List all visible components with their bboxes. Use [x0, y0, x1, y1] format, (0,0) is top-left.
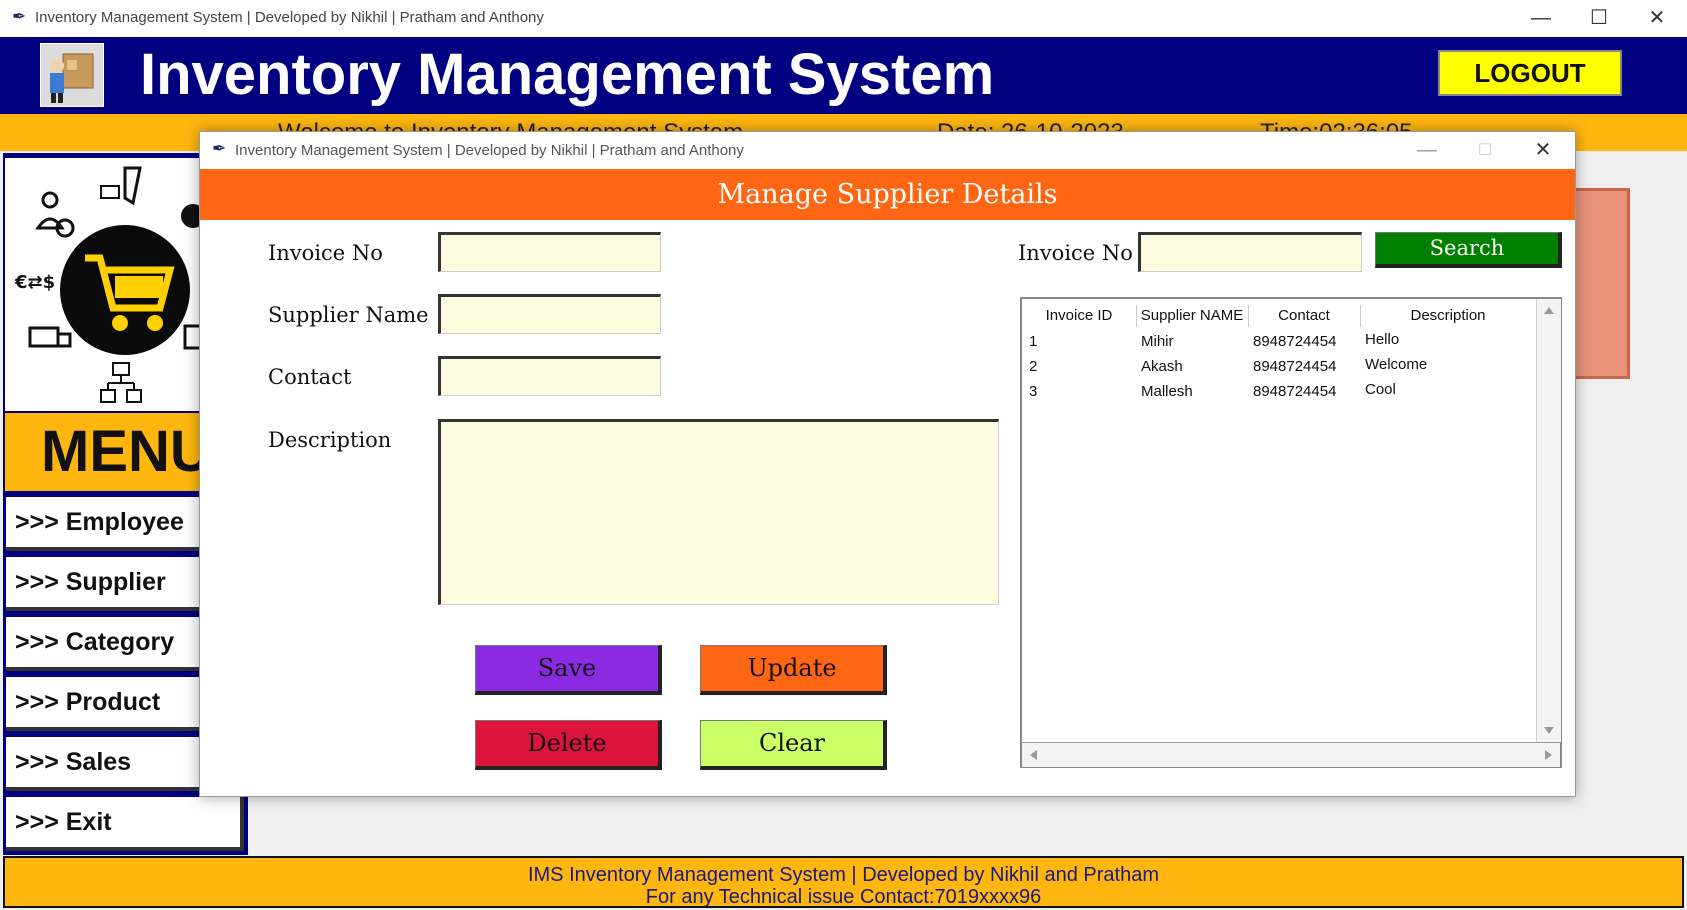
- table-cell[interactable]: 3: [1029, 383, 1037, 400]
- supplier-table[interactable]: Invoice ID Supplier NAME Contact Descrip…: [1020, 297, 1562, 768]
- table-cell[interactable]: Welcome: [1365, 356, 1427, 373]
- dialog-heading: Manage Supplier Details: [200, 169, 1575, 220]
- app-footer: IMS Inventory Management System | Develo…: [3, 856, 1684, 908]
- table-cell[interactable]: 2: [1029, 358, 1037, 375]
- description-textarea[interactable]: [438, 419, 999, 605]
- app-header: Inventory Management System LOGOUT: [0, 37, 1687, 114]
- logout-button[interactable]: LOGOUT: [1438, 50, 1622, 96]
- contact-input[interactable]: [438, 356, 661, 396]
- update-button[interactable]: Update: [700, 645, 887, 695]
- app-logo: [40, 43, 104, 107]
- dialog-titlebar: ✒ Inventory Management System | Develope…: [200, 132, 1575, 169]
- dialog-close-button[interactable]: ✕: [1514, 132, 1572, 169]
- scroll-left-icon[interactable]: [1028, 749, 1038, 761]
- dialog-minimize-button[interactable]: —: [1398, 132, 1456, 169]
- feather-app-icon: ✒: [212, 139, 227, 158]
- search-button[interactable]: Search: [1375, 232, 1562, 268]
- dialog-title: Inventory Management System | Developed …: [235, 142, 744, 159]
- minimize-button[interactable]: —: [1512, 0, 1570, 37]
- invoice-label: Invoice No: [268, 241, 383, 265]
- save-button[interactable]: Save: [475, 645, 662, 695]
- scroll-right-icon[interactable]: [1544, 749, 1554, 761]
- invoice-input[interactable]: [438, 232, 661, 272]
- table-cell[interactable]: Cool: [1365, 381, 1396, 398]
- contact-label: Contact: [268, 365, 352, 389]
- supplier-name-label: Supplier Name: [268, 303, 429, 327]
- svg-text:€⇄$: €⇄$: [14, 272, 55, 293]
- supplier-name-input[interactable]: [438, 294, 661, 334]
- table-cell[interactable]: Akash: [1141, 358, 1183, 375]
- description-label: Description: [268, 428, 392, 452]
- close-button[interactable]: ✕: [1628, 0, 1686, 37]
- app-title: Inventory Management System: [140, 42, 995, 107]
- table-cell[interactable]: 8948724454: [1253, 358, 1336, 375]
- column-header-contact[interactable]: Contact: [1248, 305, 1361, 327]
- maximize-button[interactable]: ☐: [1570, 0, 1628, 37]
- footer-line-2: For any Technical issue Contact:7019xxxx…: [645, 886, 1042, 908]
- table-cell[interactable]: 8948724454: [1253, 383, 1336, 400]
- table-cell[interactable]: Mihir: [1141, 333, 1174, 350]
- supplier-dialog: ✒ Inventory Management System | Develope…: [199, 131, 1576, 797]
- vertical-scrollbar[interactable]: [1536, 299, 1561, 742]
- menu-exit-button[interactable]: >>> Exit: [6, 797, 244, 851]
- table-cell[interactable]: 8948724454: [1253, 333, 1336, 350]
- clear-button[interactable]: Clear: [700, 720, 887, 770]
- scroll-down-icon[interactable]: [1543, 726, 1555, 736]
- search-invoice-input[interactable]: [1138, 232, 1362, 272]
- dashboard-tile: [1572, 188, 1630, 379]
- delete-button[interactable]: Delete: [475, 720, 662, 770]
- table-cell[interactable]: Mallesh: [1141, 383, 1193, 400]
- dialog-maximize-button[interactable]: ☐: [1456, 132, 1514, 169]
- scroll-up-icon[interactable]: [1543, 305, 1555, 315]
- search-invoice-label: Invoice No: [1018, 241, 1133, 265]
- footer-line-1: IMS Inventory Management System | Develo…: [527, 864, 1160, 886]
- main-window-titlebar: ✒ Inventory Management System | Develope…: [0, 0, 1687, 38]
- column-header-description[interactable]: Description: [1360, 305, 1536, 327]
- main-window-title: Inventory Management System | Developed …: [35, 9, 544, 26]
- table-cell[interactable]: 1: [1029, 333, 1037, 350]
- column-header-invoice-id[interactable]: Invoice ID: [1022, 305, 1137, 327]
- feather-app-icon: ✒: [12, 7, 27, 26]
- horizontal-scrollbar[interactable]: [1022, 742, 1560, 767]
- table-cell[interactable]: Hello: [1365, 331, 1399, 348]
- column-header-supplier-name[interactable]: Supplier NAME: [1136, 305, 1249, 327]
